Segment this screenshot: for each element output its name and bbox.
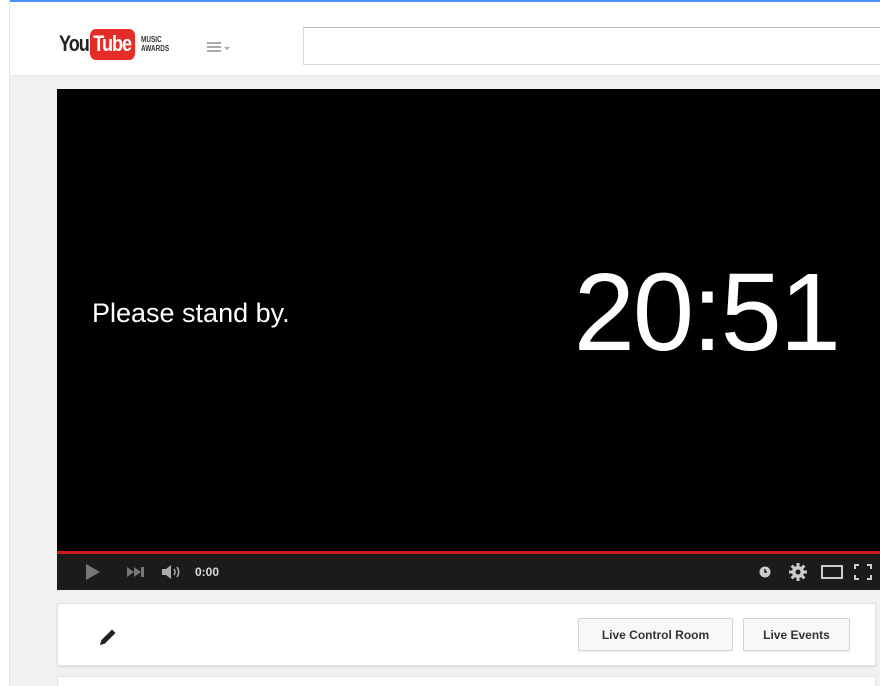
caret-down-icon: [224, 46, 230, 50]
volume-icon: [162, 565, 180, 579]
play-icon: [86, 564, 100, 580]
current-time: 0:00: [195, 565, 220, 579]
action-bar: Live Control Room Live Events: [57, 603, 876, 666]
player-controls: 0:00: [57, 554, 880, 590]
live-control-room-button[interactable]: Live Control Room: [578, 618, 733, 651]
clock-icon: [759, 566, 771, 578]
next-button[interactable]: [123, 554, 149, 590]
volume-button[interactable]: [159, 554, 189, 590]
fullscreen-icon: [854, 564, 872, 580]
right-controls: [754, 554, 880, 590]
logo-tube-text: Tube: [90, 28, 136, 60]
hamburger-menu-icon: [207, 42, 221, 52]
theater-mode-icon: [821, 565, 843, 579]
guide-menu-button[interactable]: [207, 38, 243, 56]
left-page-border: [0, 0, 10, 686]
theater-mode-button[interactable]: [816, 554, 848, 590]
settings-button[interactable]: [782, 554, 814, 590]
content-card-below: [57, 676, 876, 686]
countdown-timer: 20:51: [573, 251, 841, 374]
gear-icon: [789, 563, 807, 581]
logo-subtitle-music: MUSIC: [141, 35, 162, 44]
live-events-button[interactable]: Live Events: [743, 618, 850, 651]
search-input[interactable]: [303, 27, 880, 65]
play-button[interactable]: [73, 554, 113, 590]
masthead: You Tube MUSIC AWARDS: [10, 0, 880, 76]
pencil-icon: [100, 629, 116, 645]
clock-button[interactable]: [754, 554, 776, 590]
standby-message: Please stand by.: [92, 298, 290, 328]
logo-subtitle: MUSIC AWARDS: [141, 35, 169, 53]
logo-subtitle-awards: AWARDS: [141, 44, 170, 53]
youtube-music-awards-logo[interactable]: You Tube MUSIC AWARDS: [59, 26, 176, 62]
fullscreen-button[interactable]: [848, 554, 878, 590]
edit-button[interactable]: [97, 626, 119, 648]
logo-you-text: You: [59, 31, 90, 56]
video-player[interactable]: Please stand by. 20:51 0:00: [57, 89, 880, 590]
next-icon: [127, 567, 144, 577]
